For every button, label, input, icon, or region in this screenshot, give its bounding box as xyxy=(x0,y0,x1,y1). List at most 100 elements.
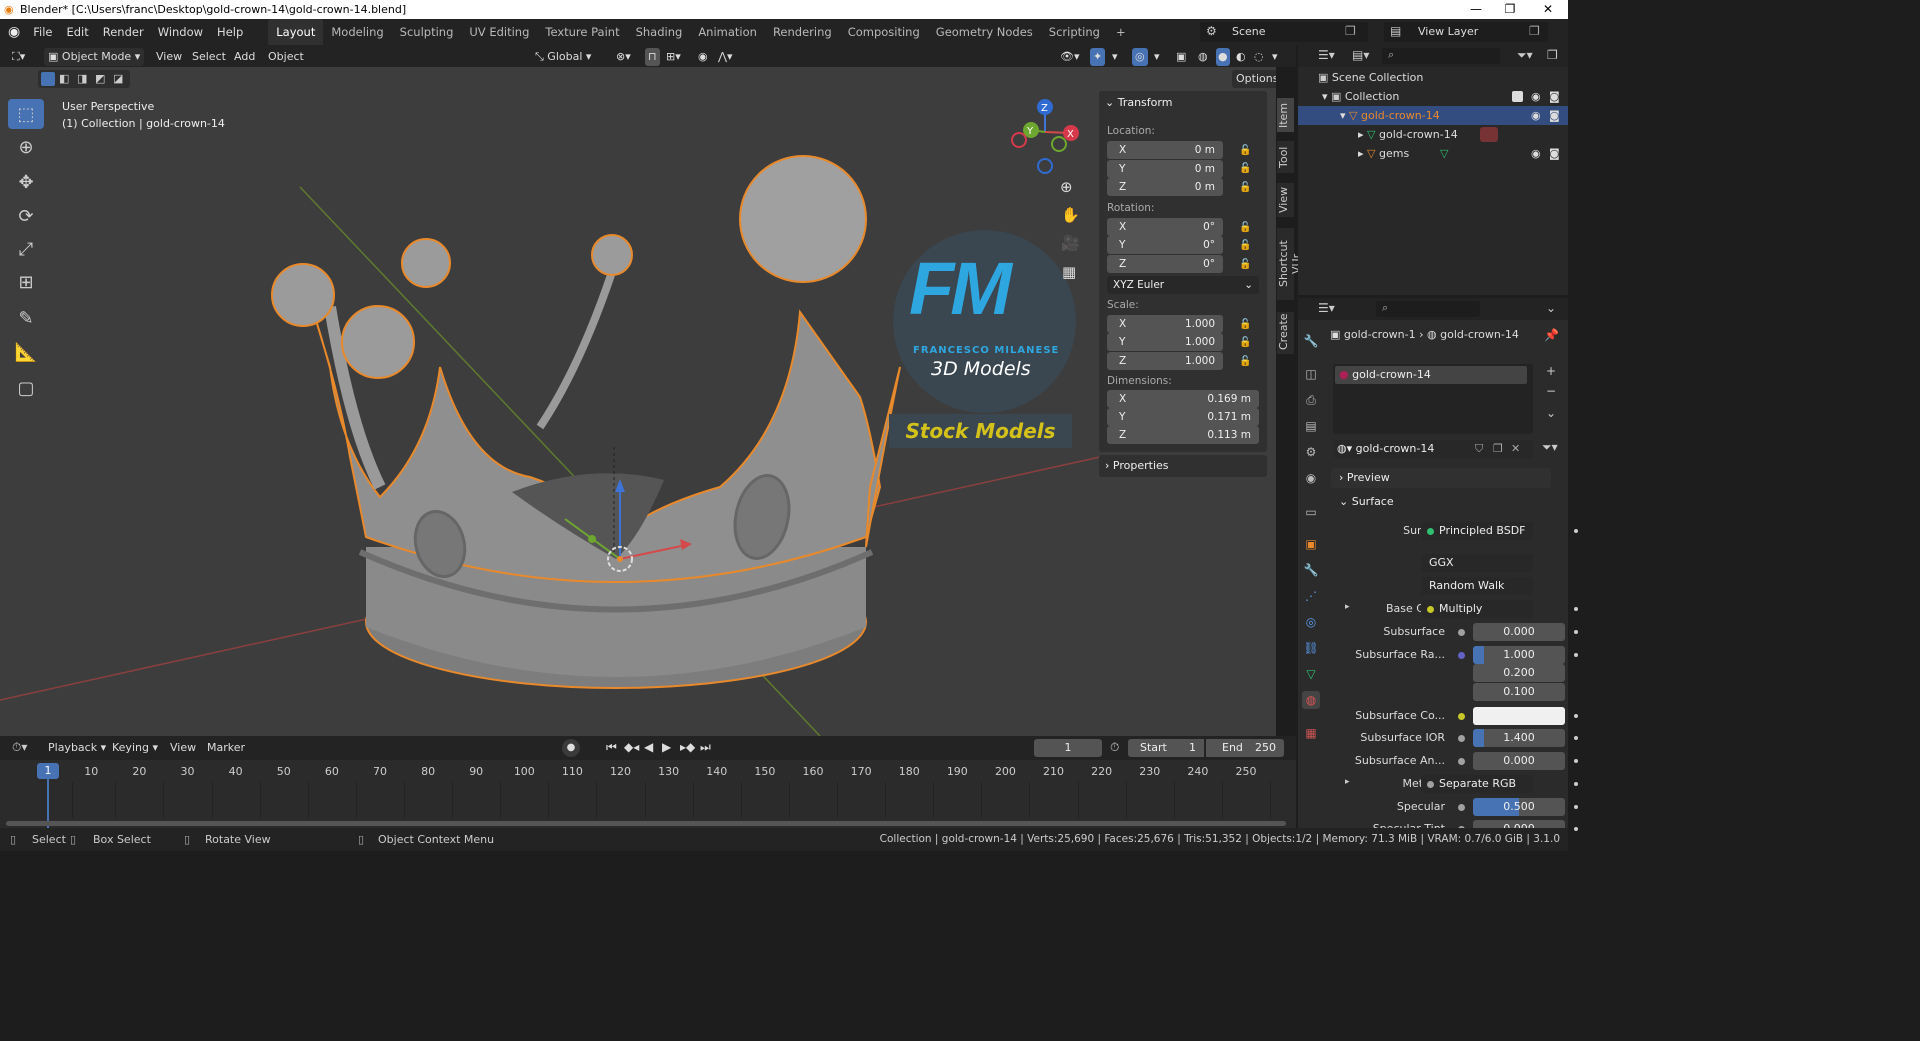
menu-view[interactable]: View xyxy=(156,48,182,66)
editor-type-icon[interactable]: ⛶▾ xyxy=(12,48,25,66)
expand-arrow-icon[interactable]: ▸ xyxy=(1345,602,1350,612)
tab-item[interactable]: Item xyxy=(1277,98,1294,132)
outliner-row-gold-crown-14[interactable]: ▾ ▽ gold-crown-14 ◉ ◙ xyxy=(1298,106,1568,125)
tab-view[interactable]: View xyxy=(1277,183,1294,217)
outliner-row-mesh-data[interactable]: ▸ ▽ gold-crown-14 xyxy=(1298,125,1568,144)
keyframe-dot-icon[interactable] xyxy=(1574,805,1578,809)
tab-tool[interactable]: Tool xyxy=(1277,141,1294,173)
tab-sculpting[interactable]: Sculpting xyxy=(392,19,462,45)
keyframe-dot-icon[interactable] xyxy=(1574,736,1578,740)
dimensions-z-field[interactable]: Z 0.113 m xyxy=(1107,426,1259,444)
scale-y-field[interactable]: Y 1.000 xyxy=(1107,333,1223,351)
prop-field[interactable]: 0.500 xyxy=(1473,798,1565,816)
new-scene-icon[interactable]: ❐ xyxy=(1345,24,1356,38)
xray-icon[interactable]: ▣ xyxy=(1176,48,1186,66)
exclude-checkbox[interactable] xyxy=(1512,91,1523,102)
scene-selector[interactable]: ⚙ Scene ❐ xyxy=(1200,22,1368,42)
keyframe-dot-icon[interactable] xyxy=(1574,782,1578,786)
particles-tab-icon[interactable]: ⋰ xyxy=(1302,587,1320,605)
prop-field[interactable]: 0.100 xyxy=(1473,683,1565,701)
timeline[interactable]: 10 20 30 40 50 60 70 80 90 100 110 120 130 140 150 160 1… xyxy=(0,760,1296,828)
menu-help[interactable]: Help xyxy=(210,19,250,45)
keyframe-dot-icon[interactable] xyxy=(1574,653,1578,657)
move-tool-icon[interactable]: ✥ xyxy=(8,167,44,197)
timeline-scrollbar[interactable] xyxy=(6,821,1286,826)
proportional-edit-icon[interactable]: ◉ xyxy=(698,48,708,66)
keyframe-dot-icon[interactable] xyxy=(1574,714,1578,718)
rotation-z-field[interactable]: Z 0° xyxy=(1107,255,1223,273)
outliner-row-collection[interactable]: ▾ ▣ Collection ◉ ◙ xyxy=(1298,87,1568,106)
prop-field[interactable]: Principled BSDF xyxy=(1421,522,1533,540)
tab-shading[interactable]: Shading xyxy=(628,19,691,45)
camera-view-icon[interactable]: 🎥 xyxy=(1061,234,1080,252)
playhead-frame-box[interactable]: 1 xyxy=(37,763,59,779)
physics-tab-icon[interactable]: ◎ xyxy=(1302,613,1320,631)
rotation-x-field[interactable]: X 0° xyxy=(1107,218,1223,236)
tool-tab-icon[interactable]: 🔧 xyxy=(1302,332,1320,350)
select-difference-icon[interactable]: ◩ xyxy=(95,72,105,85)
end-frame-field[interactable]: End 250 xyxy=(1206,739,1284,757)
keyframe-dot-icon[interactable] xyxy=(1574,630,1578,634)
close-button[interactable]: ✕ xyxy=(1532,0,1564,19)
display-mode-icon[interactable]: ▤▾ xyxy=(1352,48,1369,62)
snap-target-icon[interactable]: ⊞▾ xyxy=(666,48,681,66)
menu-object[interactable]: Object xyxy=(268,48,304,66)
play-icon[interactable]: ▶ xyxy=(662,740,671,754)
new-view-layer-icon[interactable]: ❐ xyxy=(1529,24,1540,38)
mode-dropdown[interactable]: ▣ Object Mode ▾ xyxy=(44,48,144,66)
prop-field[interactable]: Multiply xyxy=(1421,600,1533,618)
orientation-dropdown[interactable]: ⤡ Global ▾ xyxy=(535,48,607,66)
prop-field[interactable]: 0.200 xyxy=(1473,664,1565,682)
material-tab-icon[interactable]: ◍ xyxy=(1302,691,1320,709)
shading-dropdown-icon[interactable]: ▾ xyxy=(1272,48,1278,66)
menu-keying[interactable]: Keying ▾ xyxy=(112,739,158,757)
keyframe-dot-icon[interactable] xyxy=(1574,529,1578,533)
socket-icon[interactable] xyxy=(1458,758,1465,765)
transform-header[interactable]: ⌄ Transform xyxy=(1105,96,1172,109)
scale-x-field[interactable]: X 1.000 xyxy=(1107,315,1223,333)
material-shading-icon[interactable]: ◐ xyxy=(1236,48,1246,66)
tab-texture-paint[interactable]: Texture Paint xyxy=(537,19,627,45)
prop-field[interactable]: Random Walk xyxy=(1421,577,1533,595)
select-new-icon[interactable] xyxy=(41,72,55,86)
outliner-search-input[interactable]: ⌕ xyxy=(1382,48,1500,64)
lock-icon[interactable]: 🔓 xyxy=(1239,240,1251,251)
tab-modeling[interactable]: Modeling xyxy=(323,19,391,45)
render-tab-icon[interactable]: ◫ xyxy=(1302,365,1320,383)
add-workspace-button[interactable]: + xyxy=(1108,19,1134,45)
dimensions-y-field[interactable]: Y 0.171 m xyxy=(1107,408,1259,426)
socket-icon[interactable] xyxy=(1458,713,1465,720)
3d-viewport[interactable]: Z X Y User Perspective (1) Collection | … xyxy=(0,67,1276,736)
tab-create[interactable]: Create xyxy=(1277,312,1294,354)
camera-icon[interactable]: ◙ xyxy=(1549,87,1560,106)
camera-icon[interactable]: ◙ xyxy=(1549,106,1560,125)
gizmo-dropdown-icon[interactable]: ▾ xyxy=(1112,48,1118,66)
measure-tool-icon[interactable]: 📐 xyxy=(8,337,44,367)
menu-select[interactable]: Select xyxy=(192,48,226,66)
menu-marker[interactable]: Marker xyxy=(207,739,245,757)
transform-tool-icon[interactable]: ⊞ xyxy=(8,267,44,297)
zoom-icon[interactable]: ⊕ xyxy=(1060,178,1073,196)
keyframe-dot-icon[interactable] xyxy=(1574,827,1578,831)
tab-geometry-nodes[interactable]: Geometry Nodes xyxy=(928,19,1041,45)
annotate-tool-icon[interactable]: ✎ xyxy=(8,303,44,333)
socket-icon[interactable] xyxy=(1458,652,1465,659)
snap-icon[interactable]: ⊓ xyxy=(645,48,660,66)
gizmo-toggle-icon[interactable]: ✦ xyxy=(1090,48,1106,66)
rendered-shading-icon[interactable]: ◌ xyxy=(1254,48,1264,66)
stopwatch-icon[interactable]: ⏱ xyxy=(1110,740,1119,755)
lock-icon[interactable]: 🔓 xyxy=(1239,222,1251,233)
lock-icon[interactable]: 🔓 xyxy=(1239,145,1251,156)
location-z-field[interactable]: Z 0 m xyxy=(1107,178,1223,196)
eye-icon[interactable]: ◉ xyxy=(1531,144,1541,163)
view-layer-tab-icon[interactable]: ▤ xyxy=(1302,417,1320,435)
falloff-icon[interactable]: ⋀▾ xyxy=(718,48,733,66)
lock-icon[interactable]: 🔓 xyxy=(1239,259,1251,270)
modifier-tab-icon[interactable]: 🔧 xyxy=(1302,561,1320,579)
pan-hand-icon[interactable]: ✋ xyxy=(1061,206,1080,224)
expand-arrow-icon[interactable]: ▸ xyxy=(1345,777,1350,787)
overlays-icon[interactable]: ◎ xyxy=(1132,48,1148,66)
select-box-tool-icon[interactable]: ⬚ xyxy=(8,99,44,129)
solid-shading-icon[interactable]: ● xyxy=(1216,48,1230,66)
constraints-tab-icon[interactable]: ⛓ xyxy=(1302,639,1320,657)
